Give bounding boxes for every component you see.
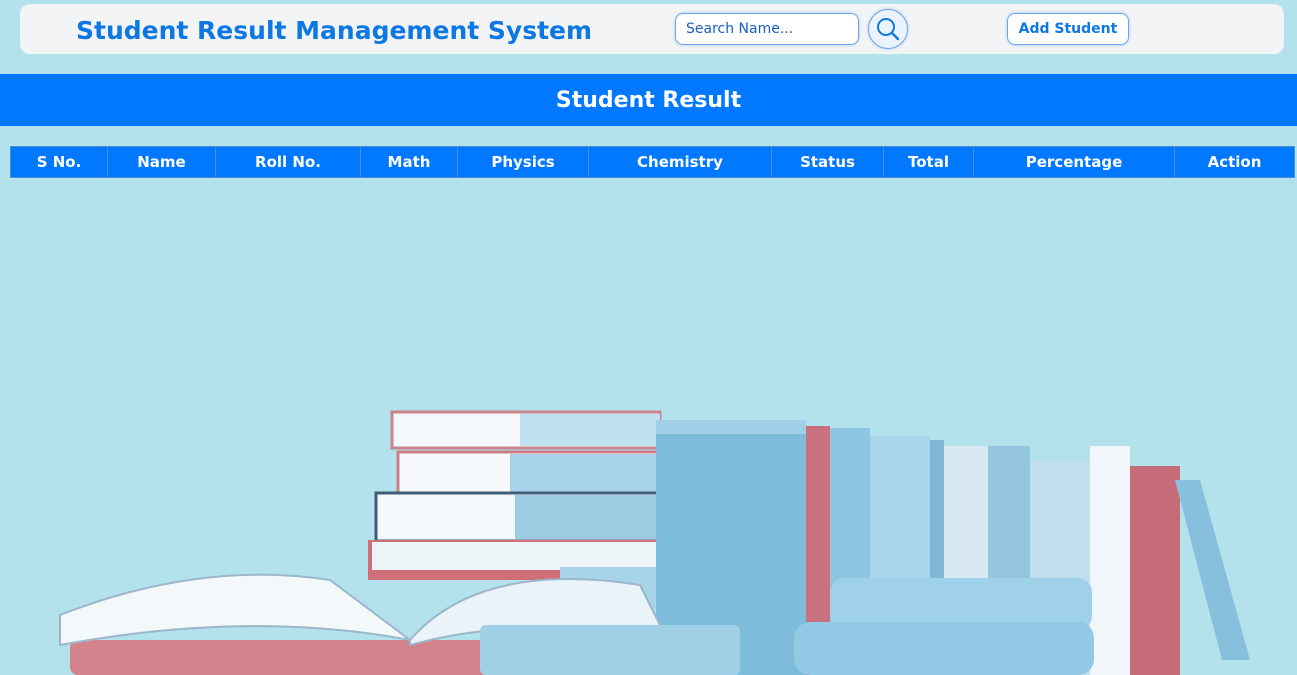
section-title: Student Result: [0, 74, 1297, 126]
search-button[interactable]: [868, 9, 908, 49]
search-icon: [877, 18, 900, 41]
app-title: Student Result Management System: [76, 16, 593, 45]
column-header-physics: Physics: [457, 146, 589, 178]
books-background-image: [59, 410, 1250, 675]
column-header-percentage: Percentage: [973, 146, 1175, 178]
app-header: Student Result Management System Add Stu…: [20, 4, 1284, 54]
table-header-row: S No. Name Roll No. Math Physics Chemist…: [10, 146, 1295, 178]
column-header-name: Name: [107, 146, 216, 178]
add-student-button[interactable]: Add Student: [1007, 13, 1129, 45]
column-header-total: Total: [883, 146, 974, 178]
column-header-roll-no: Roll No.: [215, 146, 361, 178]
column-header-s-no: S No.: [10, 146, 108, 178]
search-input[interactable]: [675, 13, 859, 45]
column-header-action: Action: [1174, 146, 1295, 178]
results-table: S No. Name Roll No. Math Physics Chemist…: [10, 146, 1295, 178]
column-header-status: Status: [771, 146, 884, 178]
column-header-chemistry: Chemistry: [588, 146, 772, 178]
column-header-math: Math: [360, 146, 458, 178]
